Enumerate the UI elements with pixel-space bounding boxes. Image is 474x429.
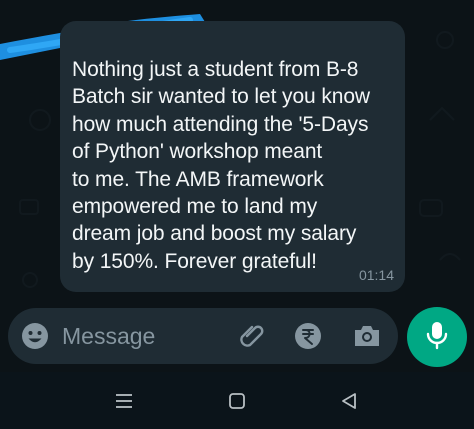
attach-icon[interactable] xyxy=(237,321,267,351)
back-icon[interactable] xyxy=(337,389,361,413)
message-time: 01:14 xyxy=(358,267,394,283)
mic-icon xyxy=(424,320,450,355)
message-composer xyxy=(8,308,398,364)
recents-icon[interactable] xyxy=(112,389,136,413)
rupee-payment-icon[interactable] xyxy=(293,321,323,351)
emoji-icon[interactable] xyxy=(20,321,50,351)
message-bubble[interactable]: Nothing just a student from B-8 Batch si… xyxy=(60,21,405,292)
system-navigation-bar xyxy=(0,372,474,429)
message-input[interactable] xyxy=(62,321,222,351)
home-icon[interactable] xyxy=(225,389,249,413)
message-text: Nothing just a student from B-8 Batch si… xyxy=(72,58,370,273)
mic-button[interactable] xyxy=(407,307,467,367)
camera-icon[interactable] xyxy=(352,321,382,351)
